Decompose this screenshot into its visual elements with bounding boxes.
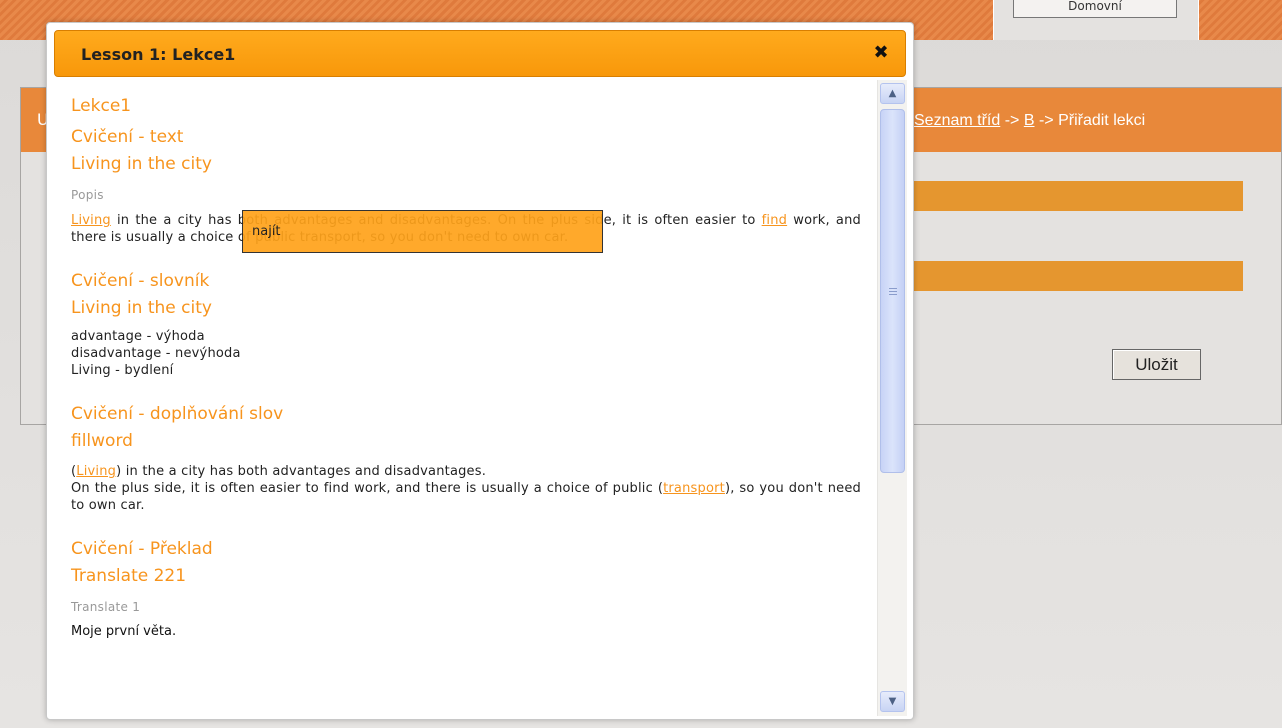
vocabulary-list: advantage - výhoda disadvantage - nevýho… [71,328,861,379]
background-field-1[interactable] [914,181,1243,211]
exercise-description: Translate 1 [71,600,141,614]
scroll-up-icon[interactable]: ▲ [880,83,905,104]
lesson-modal: Lesson 1: Lekce1 ✖ Lekce1 Cvičení - text… [46,22,914,720]
word-link-living[interactable]: Living [71,213,111,228]
fill-word-transport[interactable]: transport [663,481,725,496]
exercise-type-label: Cvičení - text [71,127,184,147]
fill-word-living[interactable]: Living [76,464,116,479]
fill-text: (Living) in the a city has both advantag… [71,463,861,514]
breadcrumb: Seznam tříd -> B -> Přiřadit lekci [914,112,1145,130]
word-link-find[interactable]: find [762,213,787,228]
modal-title: Lesson 1: Lekce1 [81,45,236,64]
exercise-title: Living in the city [71,154,212,174]
exercise-type-label: Cvičení - doplňování slov [71,404,284,424]
vocabulary-item: disadvantage - nevýhoda [71,346,241,361]
vertical-scrollbar[interactable]: ▲ ▼ [877,80,907,716]
breadcrumb-separator: -> [1000,112,1024,129]
scrollbar-thumb[interactable] [880,109,905,473]
exercise-title: fillword [71,431,133,451]
translation-sentence: Moje první věta. [71,624,177,639]
exercise-title: Translate 221 [71,566,187,586]
top-tab-button[interactable]: Domovní [1013,0,1177,18]
fill-line: On the plus side, it is often easier to … [71,480,861,514]
top-tab: Domovní [993,0,1199,40]
tooltip-label: najít [252,224,281,239]
breadcrumb-current: Přiřadit lekci [1058,112,1146,129]
exercise-description: Popis [71,188,104,202]
exercise-vocabulary: Cvičení - slovník Living in the city adv… [71,268,861,379]
exercise-fill-words: Cvičení - doplňování slov fillword (Livi… [71,401,861,514]
fill-line: (Living) in the a city has both advantag… [71,463,861,480]
exercise-type-label: Cvičení - Překlad [71,539,213,559]
text-segment: ) in the a city has both advantages and … [116,464,487,479]
background-field-2[interactable] [914,261,1243,291]
modal-body[interactable]: Lekce1 Cvičení - text Living in the city… [55,79,877,717]
exercise-title: Living in the city [71,298,212,318]
breadcrumb-link-class-b[interactable]: B [1024,112,1035,129]
breadcrumb-link-class-list[interactable]: Seznam tříd [914,112,1000,129]
exercise-translation: Cvičení - Překlad Translate 221 Translat… [71,536,861,639]
exercise-type-label: Cvičení - slovník [71,271,210,291]
vocabulary-item: advantage - výhoda [71,329,205,344]
modal-header: Lesson 1: Lekce1 ✖ [54,30,906,77]
text-segment: On the plus side, it is often easier to … [71,481,664,496]
scroll-down-icon[interactable]: ▼ [880,691,905,712]
lesson-name: Lekce1 [71,96,132,116]
close-icon[interactable]: ✖ [871,43,891,63]
vocabulary-item: Living - bydlení [71,363,174,378]
find-tooltip[interactable]: najít [242,210,603,253]
grip-icon [889,288,897,295]
breadcrumb-separator: -> [1034,112,1059,129]
save-button[interactable]: Uložit [1112,349,1201,380]
